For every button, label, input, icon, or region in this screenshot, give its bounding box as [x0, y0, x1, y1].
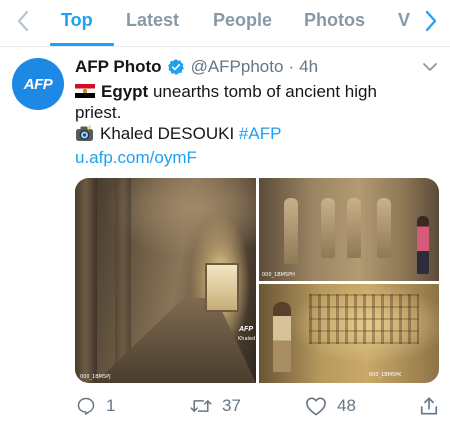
tab-people[interactable]: People: [213, 0, 272, 46]
photo-credit-id: 000_1BM5PK: [369, 372, 402, 378]
like-button[interactable]: 48: [305, 392, 356, 420]
avatar-logo-text: AFP: [23, 75, 53, 93]
share-button[interactable]: [419, 392, 439, 420]
photo-credit-id: 000_1BM5PJ: [80, 374, 111, 380]
tweet-header: AFP Photo @AFPphoto · 4h: [75, 56, 318, 78]
tab-photos[interactable]: Photos: [304, 0, 365, 46]
tab-top[interactable]: Top: [61, 0, 93, 46]
reply-button[interactable]: 1: [76, 392, 115, 420]
tweet-text: Egypt unearths tomb of ancient high prie…: [75, 81, 435, 168]
afp-watermark: AFP: [239, 326, 253, 333]
tab-latest[interactable]: Latest: [126, 0, 179, 46]
tweet-link[interactable]: u.afp.com/oymF: [75, 147, 435, 168]
retweet-button[interactable]: 37: [190, 392, 241, 420]
photographer-name: Khaled DESOUKI: [100, 124, 235, 143]
tweet-line-2: priest.: [75, 103, 122, 122]
active-tab-indicator: [50, 43, 114, 46]
watermark-photographer: Khaled: [238, 336, 256, 342]
reply-count: 1: [106, 396, 116, 415]
tab-videos-partial[interactable]: V: [398, 0, 410, 46]
like-count: 48: [337, 396, 356, 415]
tweet-actions: 1 37 48: [0, 392, 450, 422]
country-name: Egypt: [101, 82, 149, 101]
tweet-media-grid: 000_1BM5PJ AFP Khaled 000_1BM5PH 000_1BM…: [75, 178, 439, 383]
photo-credit-id: 000_1BM5PH: [262, 272, 295, 278]
retweet-count: 37: [222, 396, 241, 415]
tomb-wall-reliefs-photo[interactable]: 000_1BM5PH: [259, 178, 439, 281]
camera-flash-icon: [75, 125, 94, 147]
tweet-line-1-text: unearths tomb of ancient high: [152, 82, 377, 101]
avatar[interactable]: AFP: [12, 58, 64, 110]
search-tab-bar: Top Latest People Photos V: [0, 0, 450, 47]
tomb-corridor-photo[interactable]: 000_1BM5PJ AFP Khaled: [75, 178, 256, 383]
verified-badge-icon: [167, 58, 185, 76]
display-name[interactable]: AFP Photo: [75, 57, 162, 77]
share-icon: [420, 397, 438, 415]
tweet-line-1: Egypt unearths tomb of ancient high: [75, 81, 435, 102]
scroll-left-chevron-icon[interactable]: [8, 4, 38, 38]
hashtag-afp[interactable]: #AFP: [239, 124, 282, 143]
tweet-timestamp[interactable]: 4h: [299, 57, 318, 77]
tweet-line-3: Khaled DESOUKI #AFP: [75, 123, 435, 147]
tomb-hieroglyphs-photo[interactable]: 000_1BM5PK: [259, 284, 439, 383]
scroll-right-chevron-icon[interactable]: [416, 4, 446, 38]
reply-icon: [77, 397, 95, 415]
header-separator: ·: [288, 57, 295, 76]
tweet-menu-chevron-down-icon[interactable]: [421, 58, 439, 76]
user-handle[interactable]: @AFPphoto: [191, 57, 284, 77]
egypt-flag-icon: [75, 84, 95, 98]
heart-icon: [306, 397, 326, 416]
retweet-icon: [190, 400, 212, 412]
